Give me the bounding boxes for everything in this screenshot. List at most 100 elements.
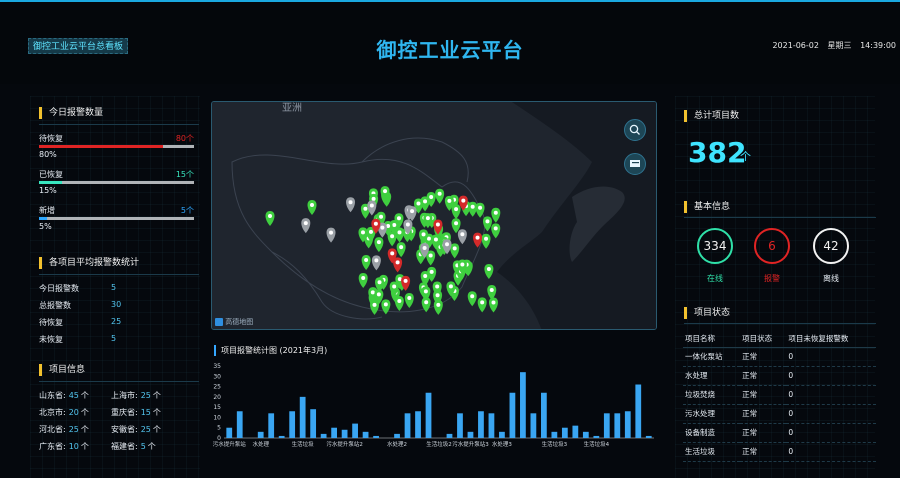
project-status-title: 项目状态: [684, 307, 730, 319]
x-tick-label: 水处理2: [387, 440, 407, 448]
chart-bar[interactable]: [362, 431, 369, 438]
stat-label: 未恢复: [39, 335, 63, 344]
online-ring: 334: [697, 228, 733, 264]
alarm-ring: 6: [754, 228, 790, 264]
table-row[interactable]: 污水处理 正常 0: [683, 404, 876, 424]
project-status-panel: 项目状态: [684, 307, 876, 327]
y-tick-label: 10: [213, 414, 221, 421]
chart-bar[interactable]: [299, 396, 306, 438]
unrecovered-alarms: 0: [786, 347, 876, 367]
offline-label: 离线: [823, 274, 839, 283]
alarm-count: 5个: [180, 206, 194, 215]
table-row[interactable]: 水处理 正常 0: [683, 366, 876, 386]
table-row[interactable]: 一体化泵站 正常 0: [683, 347, 876, 367]
project-map[interactable]: 亚洲 高德地图: [211, 101, 657, 330]
chart-bar[interactable]: [645, 435, 652, 438]
y-tick-label: 35: [213, 363, 221, 370]
chart-bar[interactable]: [268, 413, 275, 438]
chart-bar[interactable]: [394, 433, 400, 438]
chart-bar[interactable]: [551, 431, 558, 438]
chart-title: 项目报警统计图 (2021年3月): [214, 345, 327, 356]
project-state: 正常: [740, 385, 787, 405]
chart-bar[interactable]: [603, 413, 610, 438]
chart-bar[interactable]: [488, 413, 495, 438]
stat-label: 今日报警数: [39, 284, 79, 293]
chart-bar[interactable]: [446, 433, 453, 438]
chart-bar[interactable]: [561, 427, 568, 438]
y-tick-label: 15: [213, 404, 221, 411]
chart-bar[interactable]: [278, 435, 285, 438]
alarm-count: 80个: [175, 134, 194, 143]
column-header: 项目状态: [740, 330, 787, 348]
divider: [39, 274, 199, 275]
online-count: 334: [703, 239, 727, 253]
project-state: 正常: [740, 404, 787, 424]
chart-bar[interactable]: [530, 413, 537, 438]
chart-bar[interactable]: [520, 372, 526, 438]
chart-bar[interactable]: [257, 431, 264, 438]
basic-info-title: 基本信息: [684, 201, 730, 213]
chart-bar[interactable]: [593, 435, 600, 438]
project-name: 水处理: [683, 366, 741, 386]
chart-bar[interactable]: [467, 431, 474, 438]
chart-bar[interactable]: [572, 425, 579, 438]
x-tick-label: 水处理3: [492, 440, 513, 448]
province-guangdong: 广东省: 10 个: [39, 442, 89, 451]
map-watermark-text: 高德地图: [225, 318, 254, 326]
alarm-progress-track: [39, 181, 194, 184]
chart-bar[interactable]: [582, 431, 589, 438]
table-row[interactable]: 垃圾焚烧 正常 0: [683, 385, 876, 405]
stat-label: 总报警数: [39, 301, 71, 310]
project-state: 正常: [740, 366, 787, 386]
divider: [684, 323, 876, 324]
search-icon: [629, 124, 640, 135]
alarm-percent: 5%: [39, 222, 52, 231]
x-tick-label: 污水提升泵站3: [452, 440, 489, 448]
map-canvas[interactable]: 亚洲: [212, 102, 657, 330]
chart-bar[interactable]: [478, 411, 484, 438]
project-name: 生活垃圾: [683, 442, 741, 462]
project-name: 设备制造: [683, 423, 741, 443]
chart-bar[interactable]: [373, 435, 379, 438]
chart-bar[interactable]: [331, 427, 338, 438]
chart-bar[interactable]: [404, 413, 411, 438]
province-shandong: 山东省: 45 个: [39, 391, 89, 400]
divider: [684, 217, 876, 218]
alarm-progress-fill: [39, 217, 47, 220]
province-chongqing: 重庆省: 15 个: [111, 408, 161, 417]
project-info-title: 项目信息: [39, 364, 85, 376]
page-title: 御控工业云平台: [376, 38, 524, 62]
map-layers-button[interactable]: [624, 153, 646, 175]
chart-bar[interactable]: [425, 392, 432, 438]
stat-value: 5: [111, 334, 117, 343]
chart-bar[interactable]: [457, 413, 463, 438]
chart-bar[interactable]: [310, 409, 317, 438]
chart-bar[interactable]: [236, 411, 243, 438]
layers-icon: [630, 160, 640, 167]
chart-bar[interactable]: [226, 427, 233, 438]
alarm-progress-track: [39, 217, 194, 220]
chart-bar[interactable]: [341, 429, 348, 438]
project-name: 垃圾焚烧: [683, 385, 741, 405]
chart-bar[interactable]: [415, 411, 421, 438]
map-watermark: 高德地图: [215, 317, 253, 327]
chart-bar[interactable]: [509, 392, 516, 438]
x-tick-label: 生活垃圾: [292, 440, 315, 448]
map-search-button[interactable]: [624, 119, 646, 141]
chart-bar[interactable]: [320, 433, 327, 438]
table-row[interactable]: 生活垃圾 正常 0: [683, 442, 876, 462]
chart-bar[interactable]: [614, 413, 621, 438]
chart-bar[interactable]: [635, 384, 642, 438]
chart-bar[interactable]: [624, 411, 631, 438]
x-tick-label: 生活垃圾2: [426, 440, 452, 448]
chart-bar[interactable]: [352, 423, 358, 438]
alarm-row-recovered: 已恢复 15个 15%: [39, 169, 194, 195]
table-row[interactable]: 设备制造 正常 0: [683, 423, 876, 443]
chart-bar[interactable]: [499, 431, 505, 438]
y-tick-label: 20: [213, 394, 221, 401]
alarm-percent: 15%: [39, 186, 57, 195]
chart-bar[interactable]: [540, 392, 547, 438]
chart-bar[interactable]: [289, 411, 296, 438]
alarm-bar-chart: 0 5 10 15 20 25 30 35 污水提升泵站 水处理 生活垃圾 污水提升泵站2 水处理2 生活…: [213, 363, 654, 448]
stat-value: 30: [111, 300, 122, 309]
